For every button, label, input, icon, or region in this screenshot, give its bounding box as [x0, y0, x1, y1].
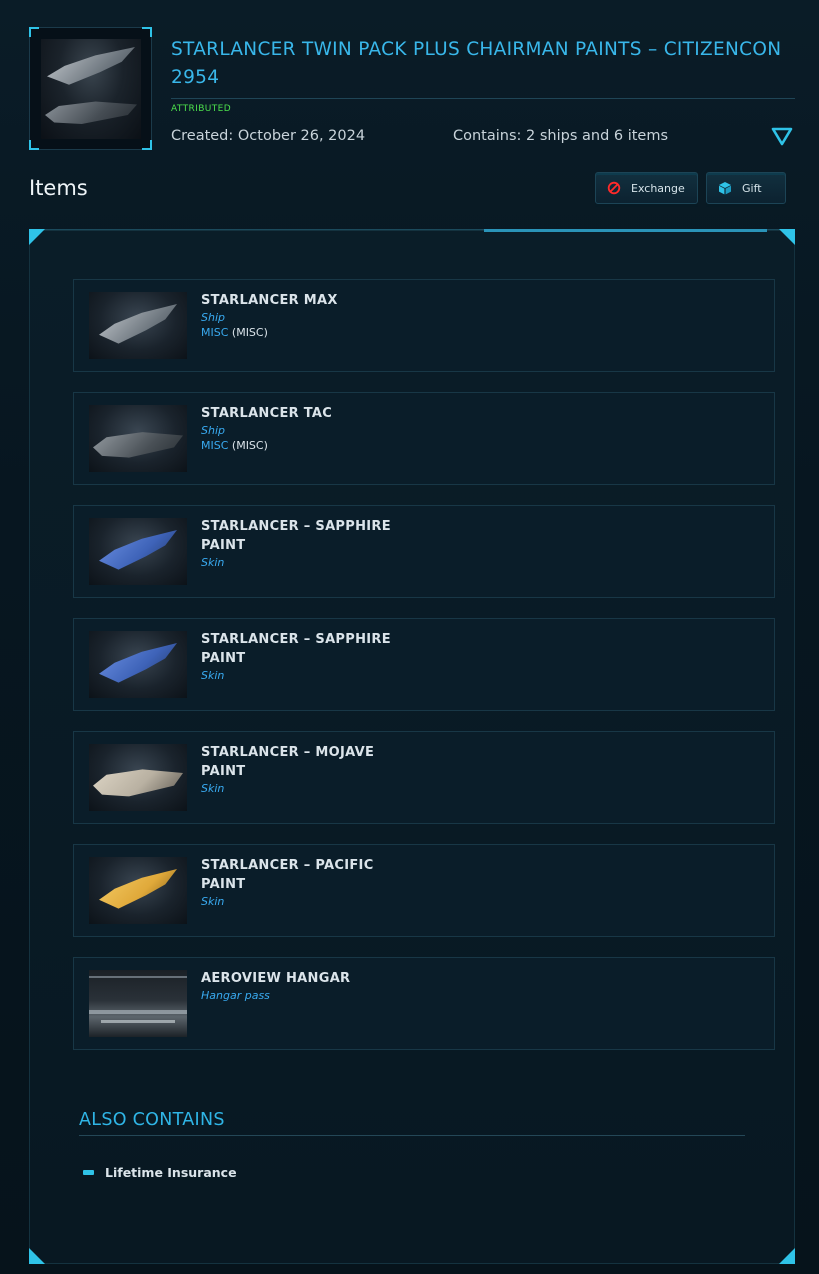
item-type: Ship: [201, 424, 225, 437]
manufacturer-code: (MISC): [231, 326, 268, 339]
item-type: Skin: [201, 782, 225, 795]
item-card[interactable]: AEROVIEW HANGAR Hangar pass: [73, 957, 775, 1050]
panel-top-accent: [484, 229, 767, 232]
item-name: STARLANCER MAX: [201, 293, 338, 308]
hangar-floor-line: [89, 1010, 187, 1014]
item-type: Skin: [201, 895, 225, 908]
ship-render: [99, 869, 177, 909]
items-heading: Items: [29, 176, 88, 200]
status-badge: ATTRIBUTED: [171, 104, 232, 114]
ship-render-bottom: [45, 101, 137, 124]
item-card[interactable]: STARLANCER – MOJAVE PAINT Skin: [73, 731, 775, 824]
frame-corner: [142, 140, 152, 150]
item-thumbnail: [89, 970, 187, 1037]
exchange-label: Exchange: [631, 181, 685, 195]
panel-corner: [779, 1248, 795, 1264]
ship-render-top: [47, 47, 135, 85]
item-name: STARLANCER – SAPPHIRE PAINT: [201, 519, 391, 553]
pledge-title: STARLANCER TWIN PACK PLUS CHAIRMAN PAINT…: [171, 39, 782, 88]
item-thumbnail: [89, 518, 187, 585]
item-type: Ship: [201, 311, 225, 324]
manufacturer-name: MISC: [201, 326, 229, 339]
frame-corner: [29, 27, 39, 37]
item-thumbnail: [89, 631, 187, 698]
manufacturer-code: (MISC): [231, 439, 268, 452]
item-card[interactable]: STARLANCER TAC Ship MISC (MISC): [73, 392, 775, 485]
ship-thumbnail-image: [41, 39, 141, 139]
bullet-icon: [83, 1170, 94, 1175]
ship-render: [99, 643, 177, 683]
exchange-button[interactable]: Exchange: [595, 172, 698, 204]
gift-button[interactable]: Gift: [706, 172, 786, 204]
panel-corner: [779, 229, 795, 245]
pledge-thumbnail: [29, 27, 152, 150]
ship-render: [99, 530, 177, 570]
item-card[interactable]: STARLANCER MAX Ship MISC (MISC): [73, 279, 775, 372]
item-thumbnail: [89, 405, 187, 472]
item-name: STARLANCER – SAPPHIRE PAINT: [201, 632, 391, 666]
ship-render: [93, 769, 183, 797]
also-contains-item: Lifetime Insurance: [105, 1165, 237, 1180]
prohibited-icon: [607, 181, 621, 195]
item-name: STARLANCER – PACIFIC PAINT: [201, 858, 374, 892]
hangar-floor-line: [101, 1020, 175, 1023]
item-name: STARLANCER TAC: [201, 406, 333, 421]
gift-label: Gift: [742, 181, 762, 195]
gift-box-icon: [719, 182, 731, 195]
also-contains-heading: ALSO CONTAINS: [79, 1110, 225, 1130]
panel-corner: [29, 229, 45, 245]
divider: [79, 1135, 745, 1136]
frame-corner: [29, 140, 39, 150]
item-type: Skin: [201, 669, 225, 682]
item-name: AEROVIEW HANGAR: [201, 971, 351, 986]
item-thumbnail: [89, 857, 187, 924]
panel-corner: [29, 1248, 45, 1264]
ship-render: [99, 304, 177, 344]
item-name: STARLANCER – MOJAVE PAINT: [201, 745, 375, 779]
item-card[interactable]: STARLANCER – PACIFIC PAINT Skin: [73, 844, 775, 937]
frame-corner: [142, 27, 152, 37]
hangar-ceiling-line: [89, 976, 187, 978]
created-date: Created: October 26, 2024: [171, 128, 366, 144]
item-thumbnail: [89, 744, 187, 811]
contains-summary: Contains: 2 ships and 6 items: [453, 128, 669, 144]
ship-render: [93, 432, 183, 458]
expand-triangle-icon[interactable]: [771, 126, 793, 146]
item-type: Hangar pass: [201, 989, 270, 1002]
item-manufacturer: MISC (MISC): [201, 439, 268, 452]
divider: [171, 98, 795, 99]
item-thumbnail: [89, 292, 187, 359]
item-type: Skin: [201, 556, 225, 569]
manufacturer-name: MISC: [201, 439, 229, 452]
item-card[interactable]: STARLANCER – SAPPHIRE PAINT Skin: [73, 618, 775, 711]
item-manufacturer: MISC (MISC): [201, 326, 268, 339]
item-card[interactable]: STARLANCER – SAPPHIRE PAINT Skin: [73, 505, 775, 598]
